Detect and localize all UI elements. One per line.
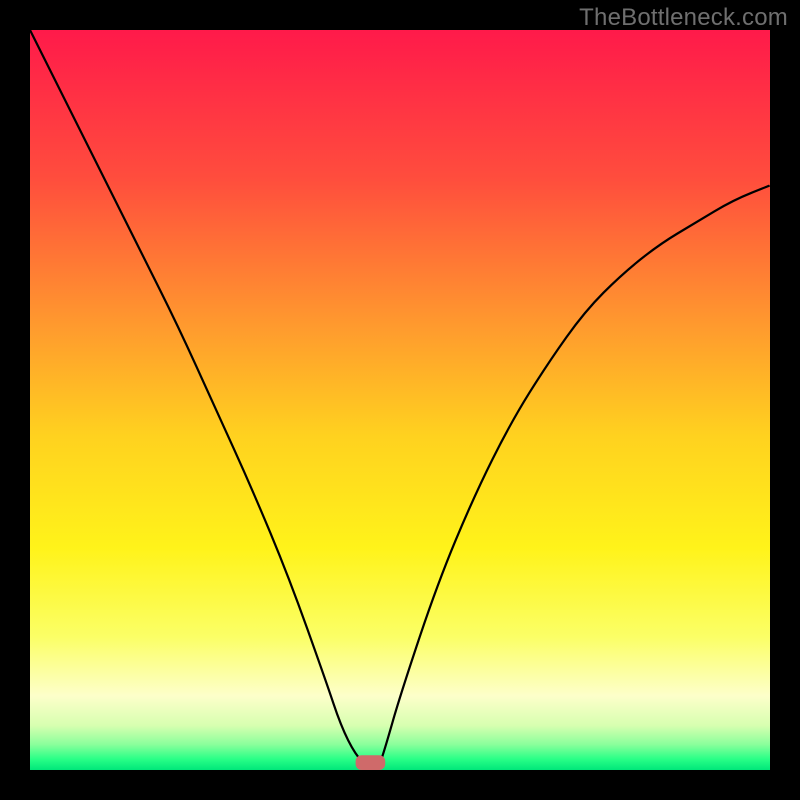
chart-svg	[30, 30, 770, 770]
gradient-background	[30, 30, 770, 770]
chart-frame: TheBottleneck.com	[0, 0, 800, 800]
chart-plot-area	[30, 30, 770, 770]
watermark-text: TheBottleneck.com	[579, 4, 788, 32]
optimum-marker	[356, 755, 386, 770]
